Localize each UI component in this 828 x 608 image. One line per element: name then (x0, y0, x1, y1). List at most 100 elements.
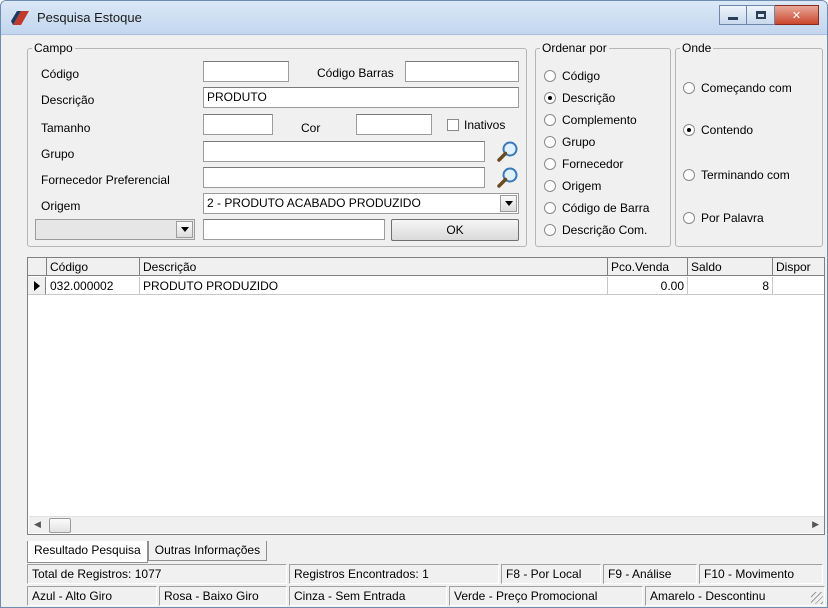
cell-saldo[interactable]: 8 (688, 277, 773, 294)
onde-radio-2[interactable]: Terminando com (683, 168, 790, 182)
cell-codigo[interactable]: 032.000002 (47, 277, 140, 294)
cell-dispor[interactable] (773, 277, 825, 294)
legend-azul: Azul - Alto Giro (27, 586, 157, 606)
app-logo-icon (11, 11, 29, 25)
cell-descricao[interactable]: PRODUTO PRODUZIDO (140, 277, 608, 294)
ordenar-radio-5[interactable]: Origem (544, 179, 601, 193)
window-title: Pesquisa Estoque (37, 10, 142, 25)
ordenar-radio-label: Complemento (562, 113, 637, 127)
results-grid[interactable]: Código Descrição Pco.Venda Saldo Dispor … (27, 257, 825, 535)
ordenar-radio-label: Origem (562, 179, 602, 193)
grupo-label: Grupo (41, 147, 75, 161)
status-registros-encontrados: Registros Encontrados: 1 (289, 564, 499, 584)
ordenar-radio-dot[interactable] (544, 114, 556, 126)
ordenar-radio-dot[interactable] (544, 158, 556, 170)
ordenar-radio-4[interactable]: Fornecedor (544, 157, 623, 171)
row-pointer-icon (33, 280, 40, 291)
ordenar-radio-6[interactable]: Código de Barra (544, 201, 649, 215)
current-row-indicator (28, 277, 46, 294)
descricao-input[interactable]: PRODUTO (203, 87, 519, 108)
minimize-button[interactable] (719, 5, 747, 25)
result-tabs: Resultado Pesquisa Outras Informações (27, 541, 268, 563)
title-bar[interactable]: Pesquisa Estoque ✕ (1, 1, 827, 35)
legend-verde: Verde - Preço Promocional (449, 586, 643, 606)
ordenar-radio-1[interactable]: Descrição (544, 91, 615, 105)
inativos-label: Inativos (464, 118, 506, 132)
status-f10-movimento: F10 - Movimento (699, 564, 823, 584)
filter-value-input[interactable] (203, 219, 385, 240)
inativos-checkbox-box[interactable] (447, 119, 459, 131)
ordenar-radio-dot[interactable] (544, 180, 556, 192)
column-header-pco-venda[interactable]: Pco.Venda (608, 258, 688, 275)
grid-header-indicator (28, 258, 47, 275)
tamanho-input[interactable] (203, 114, 273, 135)
ordenar-radio-dot[interactable] (544, 70, 556, 82)
column-header-codigo[interactable]: Código (47, 258, 140, 275)
cor-label: Cor (301, 121, 321, 135)
tab-resultado-pesquisa[interactable]: Resultado Pesquisa (27, 541, 148, 563)
ordenar-radio-label: Descrição (562, 91, 616, 105)
maximize-icon (755, 11, 766, 19)
fornecedor-input[interactable] (203, 167, 485, 188)
onde-radio-label: Terminando com (701, 168, 790, 182)
scroll-right-icon[interactable]: ▶ (812, 519, 819, 530)
descricao-label: Descrição (41, 93, 95, 107)
status-total-registros: Total de Registros: 1077 (27, 564, 287, 584)
onde-radio-dot[interactable] (683, 124, 695, 136)
chevron-down-icon (504, 201, 513, 206)
ordenar-radio-label: Descrição Com. (562, 223, 648, 237)
chevron-down-icon (180, 227, 189, 232)
ordenar-radio-label: Código (562, 69, 601, 83)
ok-button[interactable]: OK (391, 219, 519, 241)
table-row[interactable]: 032.000002 PRODUTO PRODUZIDO 0.00 8 (28, 277, 824, 295)
onde-radio-1[interactable]: Contendo (683, 123, 753, 137)
ordenar-radio-label: Código de Barra (562, 201, 650, 215)
field-dropdown-button[interactable] (176, 221, 193, 238)
resize-grip-icon[interactable] (811, 592, 823, 604)
legend-cinza: Cinza - Sem Entrada (289, 586, 447, 606)
origem-select[interactable]: 2 - PRODUTO ACABADO PRODUZIDO (203, 193, 519, 214)
onde-radio-0[interactable]: Começando com (683, 81, 792, 95)
onde-legend: Onde (682, 41, 712, 55)
onde-radio-label: Por Palavra (701, 211, 764, 225)
close-button[interactable]: ✕ (775, 5, 819, 25)
horizontal-scrollbar[interactable]: ◀ ▶ (29, 516, 824, 533)
status-bar-legenda: Azul - Alto Giro Rosa - Baixo Giro Cinza… (27, 586, 825, 606)
codigo-barras-input[interactable] (405, 61, 519, 82)
cor-input[interactable] (356, 114, 432, 135)
ordenar-radio-dot[interactable] (544, 136, 556, 148)
field-select[interactable] (35, 219, 195, 240)
column-header-dispor[interactable]: Dispor (773, 258, 825, 275)
ordenar-radio-dot[interactable] (544, 92, 556, 104)
ordenar-radio-7[interactable]: Descrição Com. (544, 223, 647, 237)
cell-pco-venda[interactable]: 0.00 (608, 277, 688, 294)
fornecedor-label: Fornecedor Preferencial (41, 173, 170, 187)
minimize-icon (728, 16, 738, 20)
maximize-button[interactable] (747, 5, 775, 25)
grupo-search-icon[interactable] (495, 139, 521, 163)
ordenar-radio-2[interactable]: Complemento (544, 113, 637, 127)
onde-radio-dot[interactable] (683, 212, 695, 224)
onde-radio-3[interactable]: Por Palavra (683, 211, 764, 225)
origem-dropdown-button[interactable] (500, 195, 517, 212)
codigo-input[interactable] (203, 61, 289, 82)
ordenar-radio-3[interactable]: Grupo (544, 135, 595, 149)
tab-outras-informacoes[interactable]: Outras Informações (147, 541, 268, 561)
inativos-checkbox[interactable]: Inativos (447, 118, 505, 132)
ordenar-legend: Ordenar por (542, 41, 607, 55)
ordenar-radio-dot[interactable] (544, 202, 556, 214)
onde-radio-dot[interactable] (683, 82, 695, 94)
scroll-thumb[interactable] (49, 518, 71, 533)
ordenar-radio-0[interactable]: Código (544, 69, 600, 83)
grid-header: Código Descrição Pco.Venda Saldo Dispor (28, 258, 824, 276)
codigo-label: Código (41, 67, 80, 81)
column-header-descricao[interactable]: Descrição (140, 258, 608, 275)
column-header-saldo[interactable]: Saldo (688, 258, 773, 275)
fornecedor-search-icon[interactable] (495, 165, 521, 189)
campo-legend: Campo (34, 41, 73, 55)
grupo-input[interactable] (203, 141, 485, 162)
onde-radio-dot[interactable] (683, 169, 695, 181)
window: Pesquisa Estoque ✕ Campo Código Código B… (0, 0, 828, 608)
scroll-left-icon[interactable]: ◀ (34, 519, 41, 530)
ordenar-radio-dot[interactable] (544, 224, 556, 236)
